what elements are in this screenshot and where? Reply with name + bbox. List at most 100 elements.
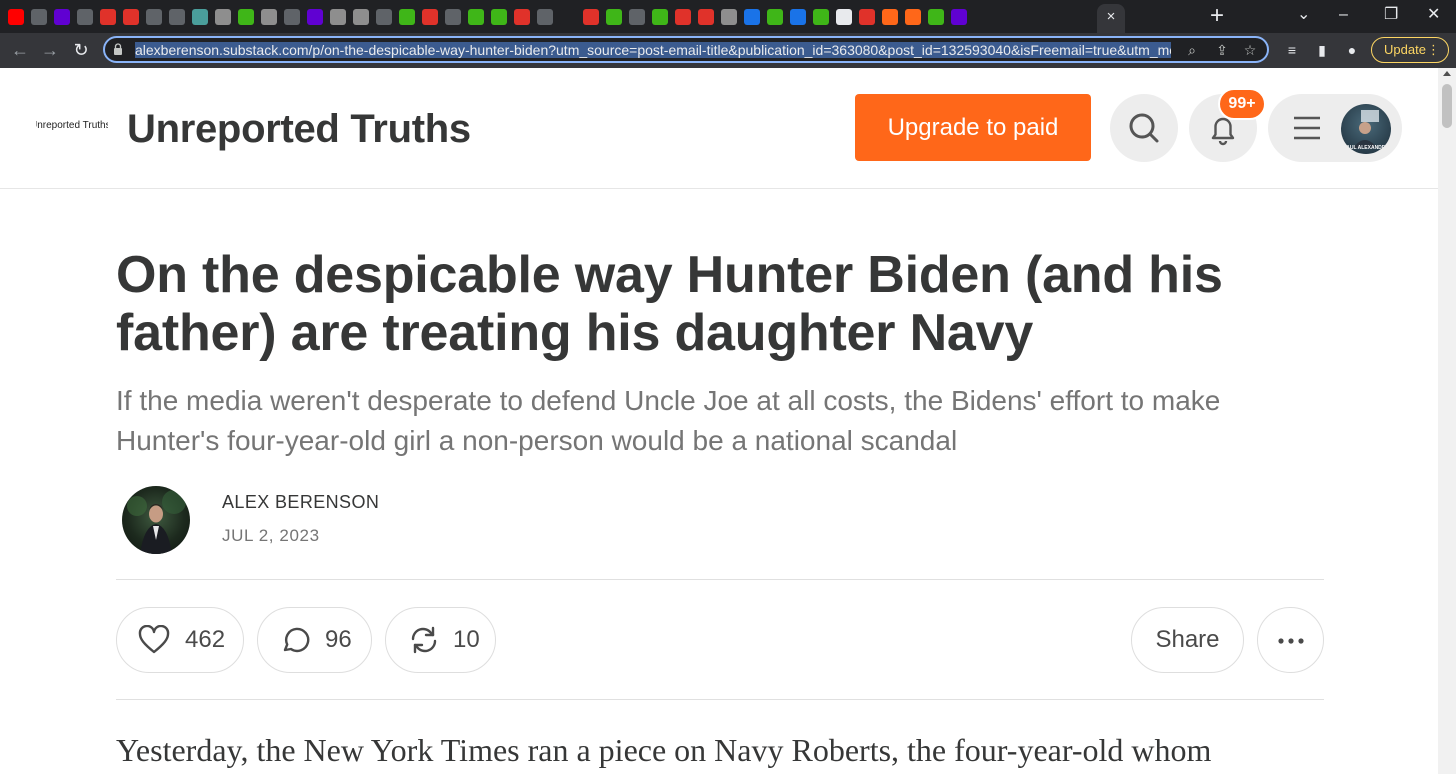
- tab-favicon-icon[interactable]: [905, 9, 921, 25]
- like-button[interactable]: 462: [116, 607, 244, 673]
- profile-icon[interactable]: ●: [1342, 40, 1362, 60]
- tab-favicon-icon[interactable]: [353, 9, 369, 25]
- post-subtitle: If the media weren't desperate to defend…: [116, 385, 1221, 456]
- post-body-first-line: Yesterday, the New York Times ran a piec…: [116, 732, 1212, 768]
- back-arrow-icon[interactable]: ←: [7, 37, 33, 63]
- tab-favicon-icon[interactable]: [606, 9, 622, 25]
- tab-favicon-icon[interactable]: [767, 9, 783, 25]
- tab-favicon-icon[interactable]: [698, 9, 714, 25]
- tab-favicon-icon[interactable]: [330, 9, 346, 25]
- reload-icon[interactable]: ↻: [68, 37, 94, 63]
- tab-favicon-icon[interactable]: [514, 9, 530, 25]
- tab-favicon-icon[interactable]: [445, 9, 461, 25]
- notification-count-badge: 99+: [1218, 88, 1266, 120]
- tab-favicon-icon[interactable]: [928, 9, 944, 25]
- divider-top: [116, 579, 1324, 580]
- forward-arrow-icon[interactable]: →: [37, 37, 63, 63]
- publication-title[interactable]: Unreported Truths: [127, 107, 471, 152]
- browser-tab-strip: × + ⌄ – ❐ ✕: [0, 0, 1456, 33]
- tab-favicon-list: [6, 6, 969, 28]
- minimize-window-button[interactable]: –: [1339, 4, 1348, 26]
- tab-favicon-icon[interactable]: [790, 9, 806, 25]
- tab-favicon-icon[interactable]: [399, 9, 415, 25]
- tab-favicon-icon[interactable]: [560, 9, 576, 25]
- tab-favicon-icon[interactable]: [721, 9, 737, 25]
- tab-favicon-icon[interactable]: [675, 9, 691, 25]
- share-label: Share: [1155, 626, 1220, 653]
- comment-bubble-icon: [283, 627, 310, 653]
- tab-favicon-icon[interactable]: [54, 9, 70, 25]
- publication-logo[interactable]: Unreported Truths: [36, 120, 108, 131]
- tab-favicon-icon[interactable]: [215, 9, 231, 25]
- tab-favicon-icon[interactable]: [376, 9, 392, 25]
- active-tab[interactable]: ×: [1097, 4, 1125, 33]
- reading-list-icon[interactable]: ≡: [1282, 40, 1302, 60]
- search-button[interactable]: [1110, 94, 1178, 162]
- tab-favicon-icon[interactable]: [169, 9, 185, 25]
- tab-favicon-icon[interactable]: [307, 9, 323, 25]
- like-count: 462: [185, 626, 226, 653]
- author-name[interactable]: ALEX BERENSON: [222, 492, 379, 513]
- tab-favicon-icon[interactable]: [882, 9, 898, 25]
- tab-favicon-icon[interactable]: [261, 9, 277, 25]
- lock-icon: [114, 43, 122, 55]
- tab-favicon-icon[interactable]: [100, 9, 116, 25]
- tab-favicon-icon[interactable]: [146, 9, 162, 25]
- comment-button[interactable]: 96: [257, 607, 372, 673]
- tab-favicon-icon[interactable]: [491, 9, 507, 25]
- new-tab-button[interactable]: +: [1210, 2, 1224, 30]
- more-actions-button[interactable]: [1257, 607, 1324, 673]
- comment-count: 96: [325, 626, 352, 653]
- search-icon: [1129, 113, 1159, 143]
- divider-bottom: [116, 699, 1324, 700]
- restore-window-button[interactable]: ❐: [1384, 4, 1398, 26]
- tab-favicon-icon[interactable]: [583, 9, 599, 25]
- scroll-up-arrow-icon[interactable]: [1443, 71, 1451, 76]
- tab-favicon-icon[interactable]: [744, 9, 760, 25]
- hamburger-menu-icon: [1294, 116, 1320, 140]
- tab-favicon-icon[interactable]: [813, 9, 829, 25]
- bookmark-star-icon[interactable]: ☆: [1241, 41, 1259, 59]
- tab-favicon-icon[interactable]: [859, 9, 875, 25]
- more-options-icon: ⋮: [1427, 42, 1440, 57]
- user-avatar[interactable]: PAUL ALEXANDER: [1341, 104, 1391, 154]
- address-bar[interactable]: alexberenson.substack.com/p/on-the-despi…: [103, 36, 1269, 63]
- tab-favicon-icon[interactable]: [77, 9, 93, 25]
- restack-count: 10: [453, 626, 480, 653]
- tab-favicon-icon[interactable]: [238, 9, 254, 25]
- update-button[interactable]: Update ⋮: [1371, 37, 1449, 63]
- tab-favicon-icon[interactable]: [422, 9, 438, 25]
- restack-button[interactable]: 10: [385, 607, 496, 673]
- tab-search-icon[interactable]: ⌄: [1297, 4, 1310, 26]
- tab-favicon-icon[interactable]: [192, 9, 208, 25]
- tab-favicon-icon[interactable]: [836, 9, 852, 25]
- restack-icon: [411, 626, 437, 654]
- upgrade-button[interactable]: Upgrade to paid: [855, 94, 1091, 161]
- tab-favicon-icon[interactable]: [652, 9, 668, 25]
- tab-favicon-icon[interactable]: [284, 9, 300, 25]
- heart-icon: [138, 625, 170, 654]
- zoom-icon[interactable]: ⌕: [1183, 41, 1201, 59]
- share-button[interactable]: Share: [1131, 607, 1244, 673]
- post-title: On the despicable way Hunter Biden (and …: [116, 246, 1223, 362]
- close-window-button[interactable]: ✕: [1427, 4, 1440, 26]
- scrollbar-thumb[interactable]: [1442, 84, 1452, 128]
- tab-favicon-icon[interactable]: [123, 9, 139, 25]
- close-tab-icon[interactable]: ×: [1107, 8, 1116, 25]
- browser-toolbar: ← → ↻ alexberenson.substack.com/p/on-the…: [0, 33, 1456, 68]
- tab-favicon-icon[interactable]: [537, 9, 553, 25]
- page-scrollbar[interactable]: [1438, 68, 1456, 774]
- share-page-icon[interactable]: ⇪: [1213, 41, 1231, 59]
- user-avatar-caption: PAUL ALEXANDER: [1343, 145, 1389, 151]
- tab-favicon-icon[interactable]: [31, 9, 47, 25]
- tab-favicon-icon[interactable]: [8, 9, 24, 25]
- url-text[interactable]: alexberenson.substack.com/p/on-the-despi…: [135, 41, 1171, 59]
- ellipsis-icon: [1278, 638, 1304, 644]
- tab-favicon-icon[interactable]: [951, 9, 967, 25]
- author-photo: [127, 490, 186, 554]
- tab-favicon-icon[interactable]: [629, 9, 645, 25]
- tab-favicon-icon[interactable]: [468, 9, 484, 25]
- site-header: Unreported Truths Unreported Truths Upgr…: [0, 68, 1438, 189]
- author-avatar[interactable]: [122, 486, 190, 554]
- side-panel-icon[interactable]: ▮: [1312, 40, 1332, 60]
